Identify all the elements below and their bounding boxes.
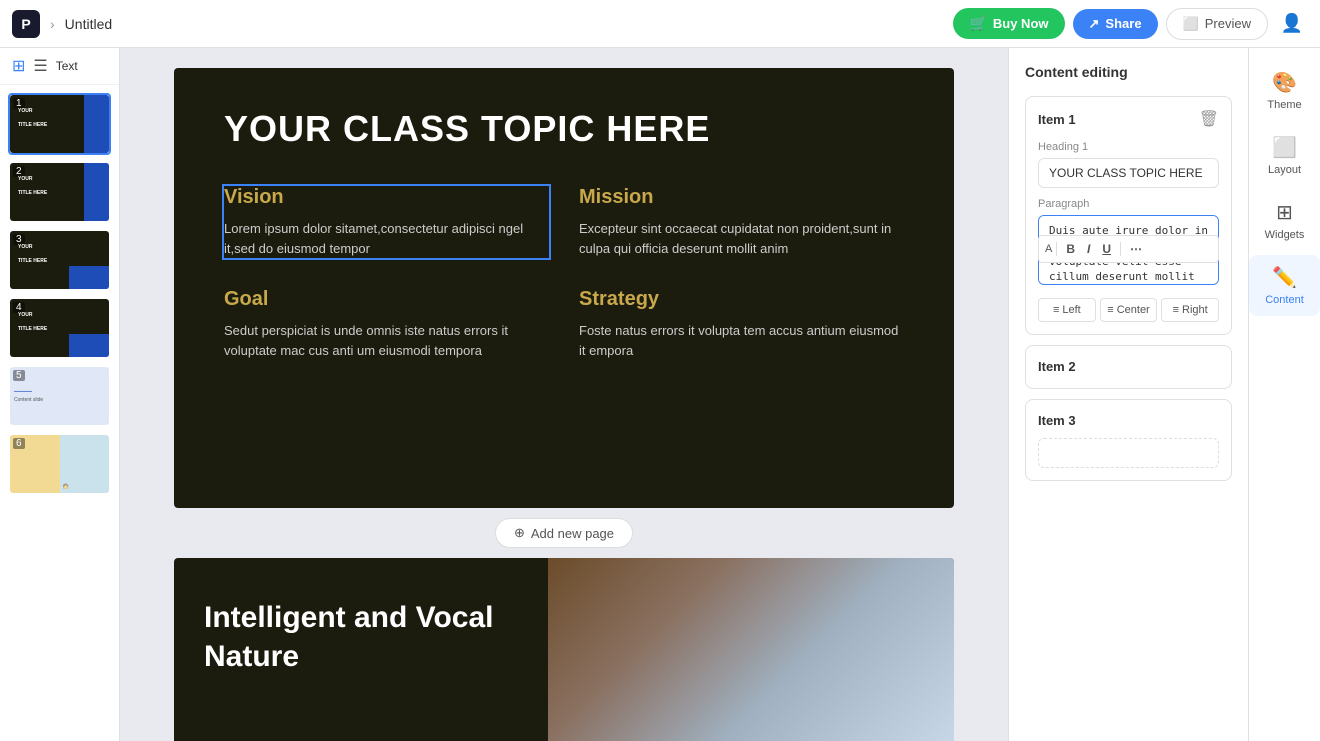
user-icon: 👤 — [1281, 13, 1303, 34]
sidebar-tools: ⊞ ☰ Text — [0, 48, 119, 85]
profile-button[interactable]: 👤 — [1276, 8, 1308, 40]
slide-thumbnail-4[interactable]: 4 YOUR TITLE HERE — [8, 297, 111, 359]
item-3-block[interactable]: Item 3 — [1025, 399, 1232, 481]
widgets-sidebar-item[interactable]: ⊞ Widgets — [1249, 190, 1320, 251]
icon-sidebar: 🎨 Theme ⬜ Layout ⊞ Widgets ✏️ Content — [1248, 48, 1320, 741]
strategy-title: Strategy — [579, 288, 904, 311]
align-center-button[interactable]: ≡ Center — [1100, 298, 1158, 322]
text-formatting-toolbar: A B I U ⋯ — [1038, 235, 1219, 263]
vision-item[interactable]: Vision Lorem ipsum dolor sitamet,consect… — [224, 186, 549, 258]
item-1-label: Item 1 — [1038, 112, 1076, 127]
align-right-button[interactable]: ≡ Right — [1161, 298, 1219, 322]
theme-icon: 🎨 — [1272, 70, 1297, 95]
main-area: ⊞ ☰ Text 1 YOUR TITLE HERE 2 — [0, 48, 1320, 741]
share-button[interactable]: ↗ Share — [1073, 9, 1158, 39]
slide2-title: Intelligent and Vocal Nature — [204, 598, 518, 676]
goal-text: Sedut perspiciat is unde omnis iste natu… — [224, 321, 549, 360]
more-formatting-button[interactable]: ⋯ — [1125, 240, 1147, 258]
slide-grid: Vision Lorem ipsum dolor sitamet,consect… — [224, 186, 904, 360]
slide-thumbnail-6[interactable]: 6 🧑 — [8, 433, 111, 495]
slide-thumbnail-5[interactable]: 5 ――― Content slide — [8, 365, 111, 427]
mission-title: Mission — [579, 186, 904, 209]
cart-icon: 🛒 — [969, 15, 986, 32]
slide-list: 1 YOUR TITLE HERE 2 YOUR TITLE HERE — [0, 85, 119, 741]
slide-thumbnail-2[interactable]: 2 YOUR TITLE HERE — [8, 161, 111, 223]
underline-button[interactable]: U — [1097, 240, 1116, 258]
theme-sidebar-item[interactable]: 🎨 Theme — [1249, 60, 1320, 121]
align-right-icon: ≡ — [1173, 304, 1179, 316]
add-new-page-button[interactable]: ⊕ Add new page — [495, 518, 633, 548]
heading-1-input[interactable] — [1038, 158, 1219, 188]
topbar: P › Untitled 🛒 Buy Now ↗ Share ⬜ Preview… — [0, 0, 1320, 48]
bold-button[interactable]: B — [1061, 240, 1080, 258]
grid-view-button[interactable]: ⊞ — [12, 56, 25, 76]
layout-icon: ⬜ — [1272, 135, 1297, 160]
breadcrumb-chevron: › — [50, 16, 55, 32]
preview-button[interactable]: ⬜ Preview — [1166, 8, 1268, 40]
align-center-icon: ≡ — [1107, 304, 1113, 316]
item-3-label: Item 3 — [1038, 413, 1076, 428]
goal-title: Goal — [224, 288, 549, 311]
item-2-label: Item 2 — [1038, 359, 1076, 374]
slide-main-title: YOUR CLASS TOPIC HERE — [224, 108, 904, 150]
item-1-block: Item 1 🗑 Heading 1 Paragraph A B I U ⋯ — [1025, 96, 1232, 335]
add-page-bar: ⊕ Add new page — [495, 508, 633, 558]
mission-item[interactable]: Mission Excepteur sint occaecat cupidata… — [579, 186, 904, 258]
buy-now-button[interactable]: 🛒 Buy Now — [953, 8, 1064, 39]
layout-sidebar-item[interactable]: ⬜ Layout — [1249, 125, 1320, 186]
mission-text: Excepteur sint occaecat cupidatat non pr… — [579, 219, 904, 258]
slide-thumbnail-1[interactable]: 1 YOUR TITLE HERE — [8, 93, 111, 155]
item-3-input[interactable] — [1038, 438, 1219, 468]
item-2-block[interactable]: Item 2 — [1025, 345, 1232, 389]
align-left-button[interactable]: ≡ Left — [1038, 298, 1096, 322]
widgets-icon: ⊞ — [1276, 200, 1293, 225]
panel-title: Content editing — [1025, 64, 1232, 80]
tool-label: Text — [56, 59, 78, 73]
left-sidebar: ⊞ ☰ Text 1 YOUR TITLE HERE 2 — [0, 48, 120, 741]
goal-item[interactable]: Goal Sedut perspiciat is unde omnis iste… — [224, 288, 549, 360]
content-icon: ✏️ — [1272, 265, 1297, 290]
slide-1: YOUR CLASS TOPIC HERE Vision Lorem ipsum… — [174, 68, 954, 508]
app-logo: P — [12, 10, 40, 38]
item-1-delete-button[interactable]: 🗑 — [1199, 109, 1219, 129]
strategy-text: Foste natus errors it volupta tem accus … — [579, 321, 904, 360]
vision-text: Lorem ipsum dolor sitamet,consectetur ad… — [224, 219, 549, 258]
canvas-area: YOUR CLASS TOPIC HERE Vision Lorem ipsum… — [120, 48, 1008, 741]
heading-1-label: Heading 1 — [1038, 141, 1219, 153]
plus-icon: ⊕ — [514, 525, 525, 541]
content-editing-sidebar: Content editing Item 1 🗑 Heading 1 Parag… — [1008, 48, 1248, 741]
preview-icon: ⬜ — [1183, 16, 1199, 32]
italic-button[interactable]: I — [1082, 240, 1095, 258]
strategy-item[interactable]: Strategy Foste natus errors it volupta t… — [579, 288, 904, 360]
font-a-icon: A — [1045, 243, 1052, 255]
vision-title: Vision — [224, 186, 549, 209]
alignment-buttons: ≡ Left ≡ Center ≡ Right — [1038, 298, 1219, 322]
align-left-icon: ≡ — [1053, 304, 1059, 316]
paragraph-label: Paragraph — [1038, 198, 1219, 210]
list-view-button[interactable]: ☰ — [33, 56, 47, 76]
content-sidebar-item[interactable]: ✏️ Content — [1249, 255, 1320, 316]
slide-thumbnail-3[interactable]: 3 YOUR TITLE HERE — [8, 229, 111, 291]
slide-2: Intelligent and Vocal Nature — [174, 558, 954, 741]
slide2-image — [548, 558, 954, 741]
document-title: Untitled — [65, 16, 112, 32]
share-icon: ↗ — [1089, 16, 1100, 32]
